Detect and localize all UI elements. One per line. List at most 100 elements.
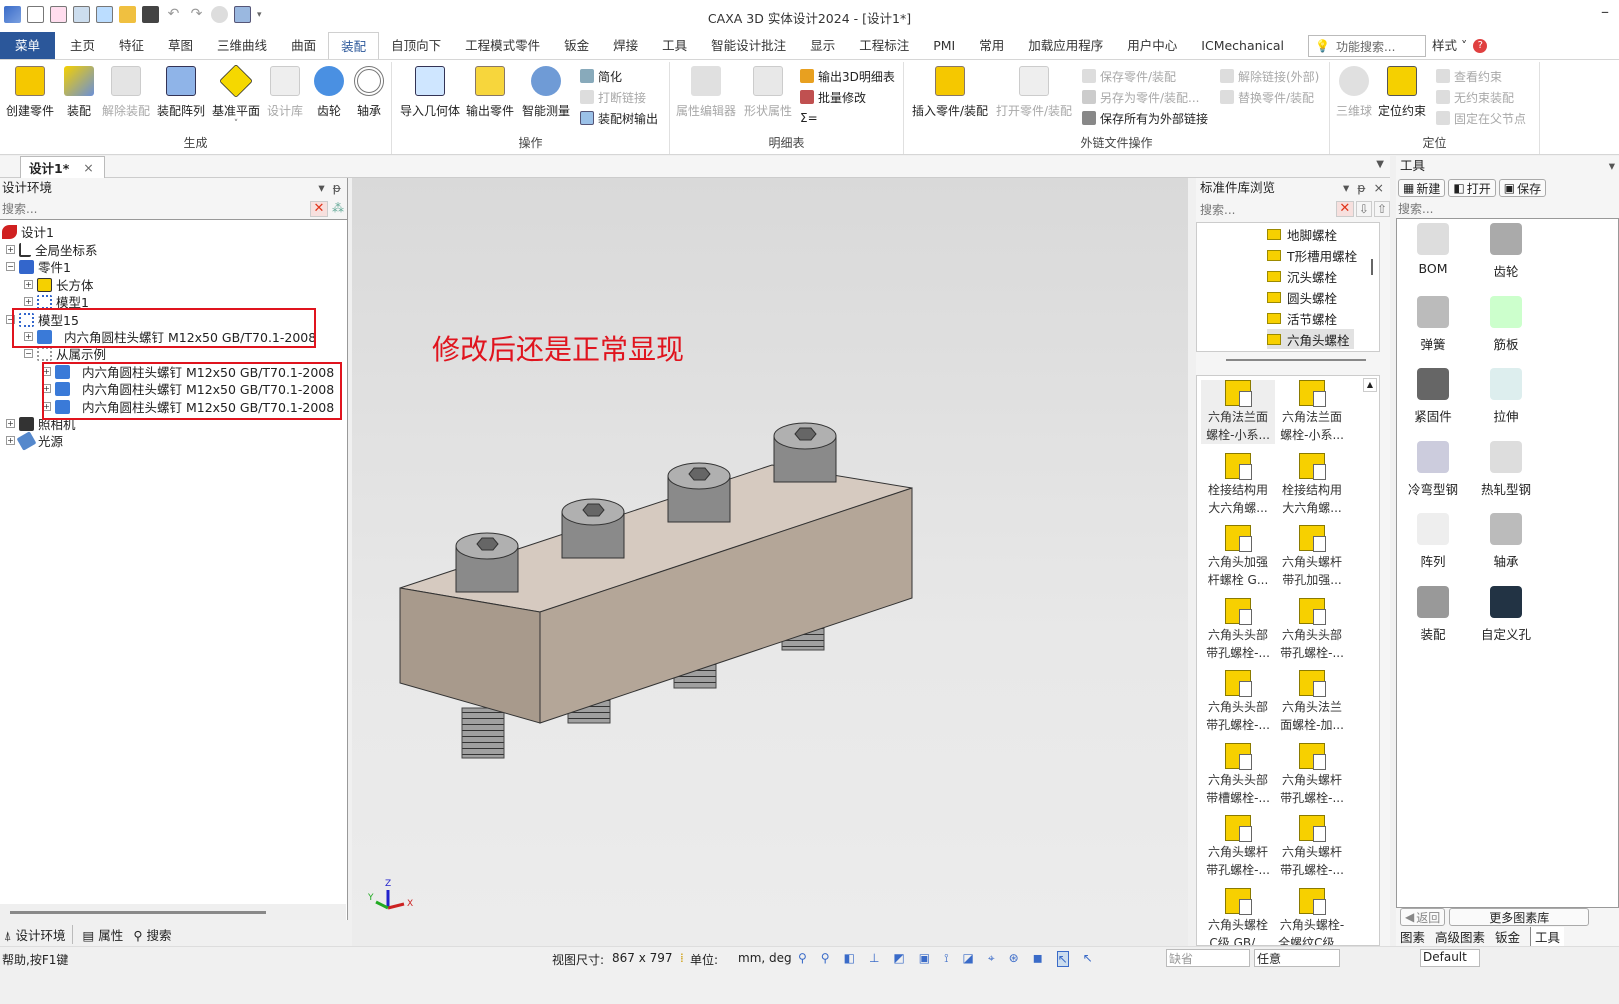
tab-engineering-annotation[interactable]: 工程标注 [847,32,921,59]
batch-modify-button[interactable]: 批量修改 [800,87,866,107]
library-item[interactable]: 六角头螺栓 C级 GB/... [1201,887,1275,945]
3d-viewport[interactable]: 修改后还是正常显现 Z X Y [352,178,1188,946]
gear-button[interactable]: 齿轮 [314,66,344,119]
display-mode-icon[interactable]: ▣ [919,951,930,967]
tool-item[interactable]: 装配 [1397,585,1469,643]
horizontal-scrollbar[interactable] [0,904,346,920]
tab-engineering-part[interactable]: 工程模式零件 [453,32,552,59]
tab-menu[interactable]: 菜单 [0,32,55,59]
collapse-icon[interactable]: − [6,262,15,271]
close-icon[interactable]: × [83,160,93,175]
design-library-button[interactable]: 设计库 [267,66,303,119]
scroll-up-icon[interactable]: ▲ [1363,378,1377,392]
save-as-part-button[interactable]: 另存为零件/装配... [1082,87,1200,107]
tree-item-design1[interactable]: 设计1 [2,223,54,240]
help-icon[interactable]: ? [1473,39,1488,53]
tab-design-environment[interactable]: ⍋ 设计环境 [4,924,73,944]
tree-item-cuboid[interactable]: + 长方体 [24,276,94,293]
tree-search-input[interactable]: 搜索... ✕ ⁂ [0,198,347,220]
tab-display[interactable]: 显示 [798,32,847,59]
arrow-down-icon[interactable]: ⇩ [1355,201,1372,217]
import-geometry-button[interactable]: 导入几何体 [400,66,460,119]
panel-menu-icon[interactable]: ▾ [318,180,324,195]
library-item[interactable]: 六角头加强 杆螺栓 G... [1201,525,1275,589]
tool-item[interactable]: BOM [1397,223,1469,276]
panel-menu-icon[interactable]: ▾ [1609,156,1619,176]
save-button[interactable]: ▣ 保存 [1498,179,1547,197]
position-constraint-button[interactable]: 定位约束 [1378,66,1426,119]
library-folder-selected[interactable]: 六角头螺栓 [1267,329,1354,349]
light-mode-icon[interactable]: ◪ [963,951,974,967]
zoom-icon[interactable]: ⚲ [798,951,807,967]
library-folder[interactable]: 圆头螺栓 [1267,287,1337,307]
insert-part-button[interactable]: 插入零件/装配 [912,66,988,119]
tab-load-apps[interactable]: 加载应用程序 [1016,32,1115,59]
section-icon[interactable]: ⟟ [944,951,948,967]
tab-smart-annotation[interactable]: 智能设计批注 [699,32,798,59]
measure-icon[interactable]: ⌖ [988,951,995,967]
tool-item[interactable]: 冷弯型钢 [1397,440,1469,498]
preset-select[interactable]: Default [1420,949,1480,967]
tab-pmi[interactable]: PMI [921,32,967,59]
save-part-button[interactable]: 保存零件/装配 [1082,66,1176,86]
tab-feature[interactable]: 特征 [107,32,156,59]
tab-sketch[interactable]: 草图 [156,32,205,59]
filter-icon[interactable]: ⁂ [332,201,344,217]
filter-select-2[interactable]: 任意 [1254,949,1340,967]
library-item[interactable]: 六角头螺栓- 全螺纹C级... [1275,887,1349,945]
tab-surface[interactable]: 曲面 [279,32,328,59]
tab-common[interactable]: 常用 [967,32,1016,59]
library-item[interactable]: 栓接结构用 大六角螺... [1201,452,1275,517]
break-link-button[interactable]: 打断链接 [580,87,646,107]
pan-icon[interactable]: ⊥ [869,951,879,967]
library-item[interactable]: 六角头头部 带孔螺栓-... [1201,597,1275,662]
select-arrow-icon[interactable]: ↖ [1056,951,1069,967]
tool-item[interactable]: 齿轮 [1470,223,1542,280]
pick-icon[interactable]: ⊛ [1009,951,1019,967]
expand-icon[interactable]: + [6,419,15,428]
more-library-button[interactable]: 更多图素库 [1449,908,1590,926]
tab-properties[interactable]: ▤ 属性 [83,925,124,944]
style-dropdown[interactable]: 样式 ˅ [1426,32,1473,59]
open-button[interactable]: ◧ 打开 [1448,179,1496,197]
library-item[interactable]: 六角头头部 带孔螺栓-... [1201,670,1275,734]
pin-icon[interactable]: ᵽ [1357,180,1365,195]
feature-search-input[interactable]: 💡 功能搜索... [1308,35,1427,57]
library-search-input[interactable]: 搜索... ✕ ⇩ ⇧ [1196,198,1390,220]
tree-item-global-coords[interactable]: + 全局坐标系 [6,241,98,258]
tool-item[interactable]: 自定义孔 [1470,585,1542,643]
disassemble-button[interactable]: 解除装配 [102,66,150,119]
zoom-window-icon[interactable]: ⚲ [821,951,830,967]
export-part-button[interactable]: 输出零件 [466,66,514,119]
expand-icon[interactable]: + [6,436,15,445]
sum-button[interactable]: Σ= [800,108,818,128]
tree-item-part1[interactable]: − 零件1 [6,258,71,275]
tab-tools[interactable]: 工具 [650,32,699,59]
tree-item-light[interactable]: + 光源 [6,430,63,451]
tool-item[interactable]: 阵列 [1397,513,1469,570]
tab-home[interactable]: 主页 [55,32,107,59]
render-mode-icon[interactable]: ◩ [893,951,904,967]
back-button[interactable]: ◀ 返回 [1400,908,1446,926]
tab-search[interactable]: ⚲ 搜索 [133,925,171,944]
view-constraint-button[interactable]: 查看约束 [1436,66,1502,86]
tool-item[interactable]: 轴承 [1470,513,1542,570]
library-item[interactable]: 六角头螺杆 带孔螺栓-... [1275,742,1349,807]
tab-top-down[interactable]: 自顶向下 [379,32,453,59]
smart-measure-button[interactable]: 智能测量 [522,66,570,119]
shape-property-button[interactable]: 形状属性 [744,66,792,119]
property-editor-button[interactable]: 属性编辑器 [676,66,736,119]
panel-menu-icon[interactable]: ▾ [1343,180,1349,195]
assembly-model[interactable]: Z X Y [352,178,1188,946]
library-item[interactable]: 六角头头部 带孔螺栓-... [1275,597,1349,662]
unconstrained-assembly-button[interactable]: 无约束装配 [1436,87,1514,107]
pin-icon[interactable]: ᵽ [333,180,341,195]
document-tab[interactable]: 设计1* × [20,156,105,178]
clear-search-icon[interactable]: ✕ [1335,201,1354,217]
minimize-button[interactable]: – [1601,2,1609,21]
expand-icon[interactable]: + [24,297,33,306]
library-folder[interactable]: 沉头螺栓 [1267,266,1337,286]
tab-welding[interactable]: 焊接 [601,32,650,59]
tool-item[interactable]: 紧固件 [1397,368,1469,425]
pointer-icon[interactable]: ↖ [1083,951,1093,967]
